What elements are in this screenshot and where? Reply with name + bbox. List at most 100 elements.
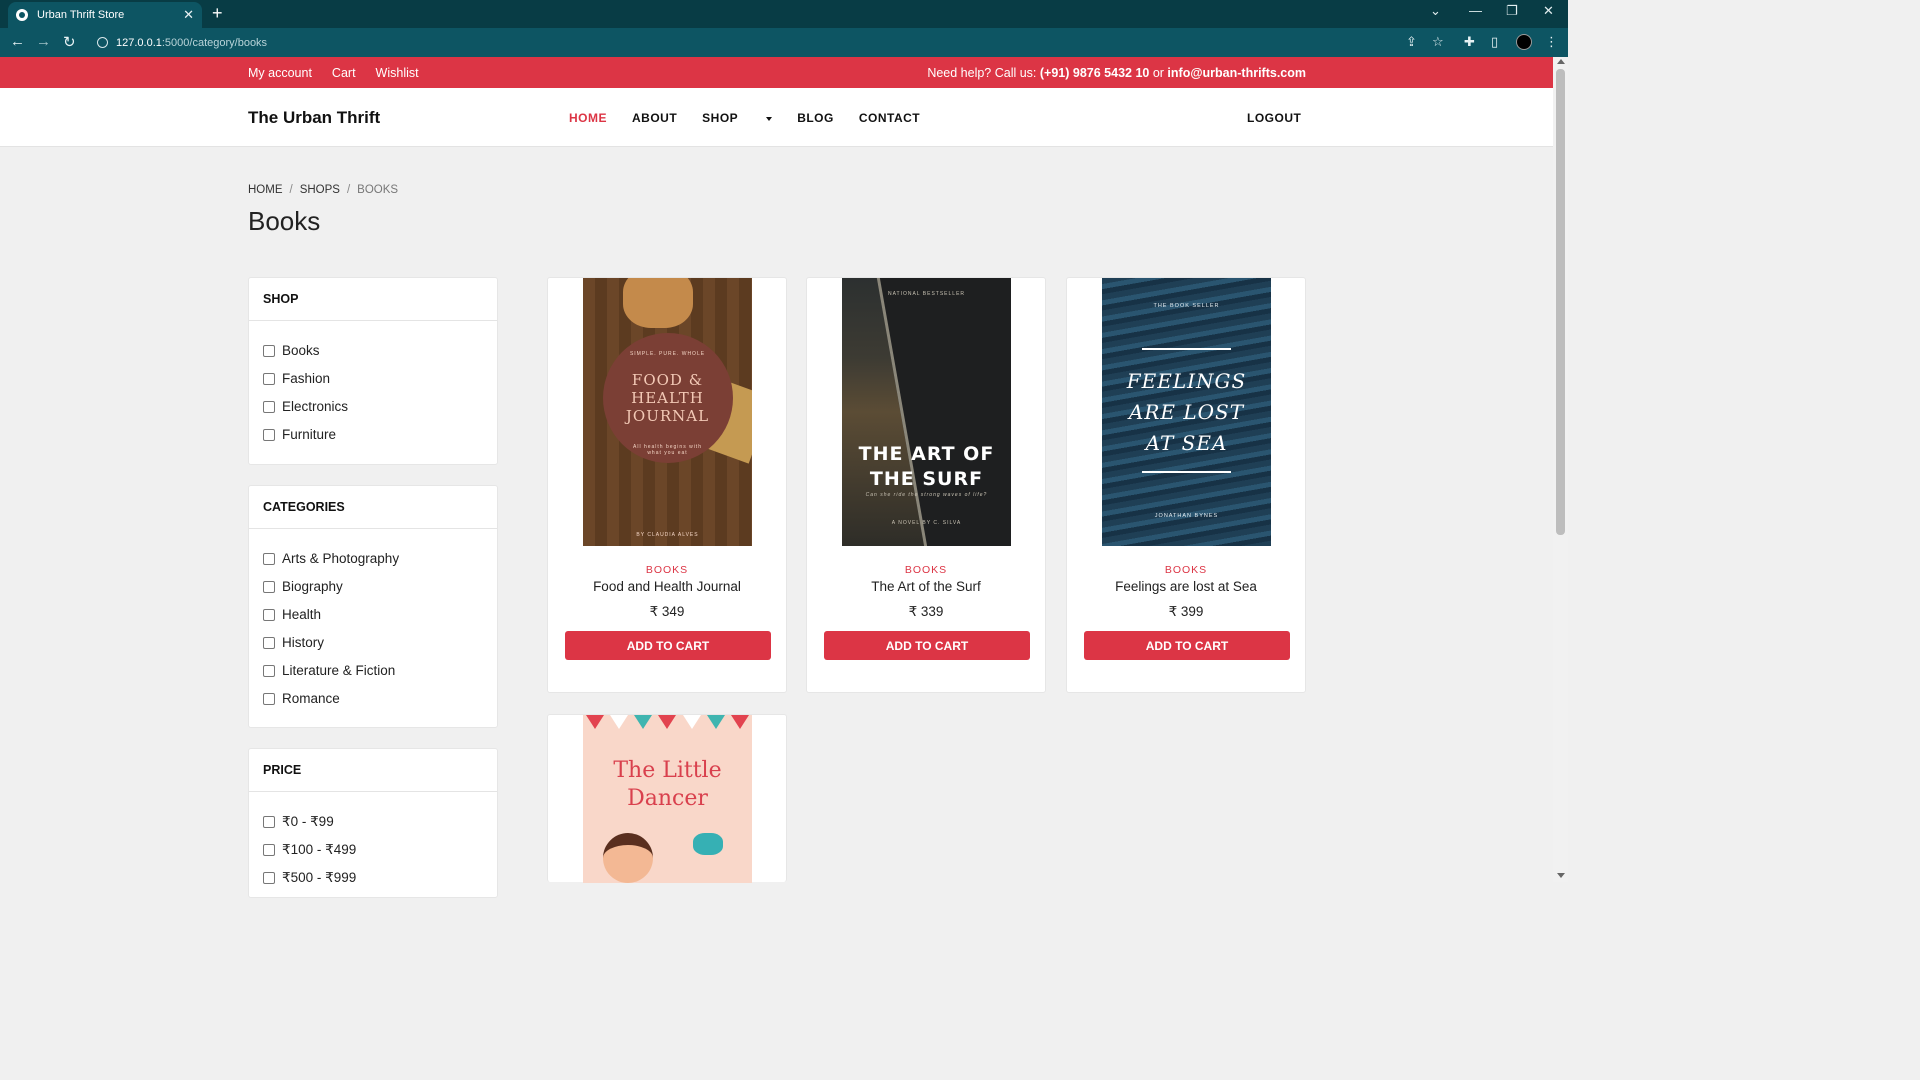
tab-title: Urban Thrift Store	[37, 9, 125, 21]
filter-panel-price: PRICE ₹0 - ₹99 ₹100 - ₹499 ₹500 - ₹999	[248, 748, 498, 898]
panel-title: PRICE	[249, 749, 497, 792]
product-card: THE BOOK SELLER FEELINGS ARE LOST AT SEA…	[1066, 277, 1306, 693]
browser-tab[interactable]: Urban Thrift Store ✕	[8, 2, 202, 28]
checkbox[interactable]	[263, 400, 275, 413]
help-phone[interactable]: (+91) 9876 5432 10	[1040, 66, 1149, 80]
reload-icon[interactable]: ↻	[63, 33, 76, 51]
panel-title: SHOP	[249, 278, 497, 321]
product-category[interactable]: BOOKS	[1067, 564, 1305, 576]
close-window-icon[interactable]: ✕	[1543, 3, 1554, 19]
checkbox[interactable]	[263, 872, 275, 884]
share-icon[interactable]: ⇪	[1406, 34, 1417, 50]
checkbox[interactable]	[263, 636, 275, 649]
page-title: Books	[248, 206, 321, 236]
filter-option[interactable]: Arts & Photography	[263, 551, 399, 566]
product-card: NATIONAL BESTSELLER THE ART OF THE SURF …	[806, 277, 1046, 693]
nav-shop[interactable]: SHOP	[702, 111, 773, 125]
brand-logo[interactable]: The Urban Thrift	[248, 108, 380, 128]
filter-option[interactable]: Furniture	[263, 427, 336, 442]
filter-option[interactable]: Literature & Fiction	[263, 663, 395, 678]
filter-option[interactable]: ₹100 - ₹499	[263, 842, 356, 858]
filter-panel-categories: CATEGORIES Arts & Photography Biography …	[248, 485, 498, 728]
book-cover-image[interactable]: The Little Dancer	[583, 715, 752, 883]
checkbox[interactable]	[263, 552, 275, 565]
filter-option[interactable]: Biography	[263, 579, 343, 594]
filter-option[interactable]: Books	[263, 343, 320, 358]
add-to-cart-button[interactable]: ADD TO CART	[824, 631, 1030, 660]
product-category[interactable]: BOOKS	[548, 564, 786, 576]
wishlist-link[interactable]: Wishlist	[376, 66, 419, 80]
main-nav: HOME ABOUT SHOP BLOG CONTACT	[569, 111, 945, 125]
breadcrumb: HOME / SHOPS / BOOKS	[248, 184, 399, 196]
tab-close-icon[interactable]: ✕	[183, 7, 194, 23]
checkbox[interactable]	[263, 664, 275, 677]
nav-home[interactable]: HOME	[569, 111, 607, 125]
product-card: The Little Dancer	[547, 714, 787, 883]
minimize-icon[interactable]: —	[1469, 3, 1482, 18]
info-icon[interactable]	[97, 37, 108, 48]
star-icon[interactable]: ☆	[1432, 34, 1444, 50]
scroll-down-icon[interactable]	[1557, 873, 1565, 878]
filter-option[interactable]: History	[263, 635, 324, 650]
checkbox[interactable]	[263, 372, 275, 385]
new-tab-button[interactable]: +	[212, 3, 223, 24]
back-icon[interactable]: ←	[10, 33, 25, 50]
product-name[interactable]: The Art of the Surf	[807, 579, 1045, 594]
filter-option[interactable]: ₹0 - ₹99	[263, 814, 334, 830]
product-price: ₹ 349	[649, 604, 685, 619]
checkbox[interactable]	[263, 816, 275, 828]
browser-tab-strip: Urban Thrift Store ✕ + ⌄ — ❐ ✕	[0, 0, 1568, 28]
url-path: :5000/category/books	[161, 36, 268, 49]
menu-icon[interactable]: ⋮	[1545, 34, 1558, 50]
restore-icon[interactable]: ❐	[1506, 3, 1518, 19]
forward-icon[interactable]: →	[36, 33, 51, 50]
checkbox[interactable]	[263, 344, 275, 357]
browser-toolbar: ← → ↻ 127.0.0.1:5000/category/books ⇪ ☆ …	[0, 28, 1568, 57]
product-name[interactable]: Food and Health Journal	[548, 579, 786, 594]
breadcrumb-home[interactable]: HOME	[248, 184, 283, 196]
nav-blog[interactable]: BLOG	[797, 111, 834, 125]
url-host: 127.0.0.1	[116, 36, 162, 49]
checkbox[interactable]	[263, 580, 275, 593]
book-cover-image[interactable]: THE BOOK SELLER FEELINGS ARE LOST AT SEA…	[1102, 278, 1271, 546]
profile-avatar[interactable]	[1516, 34, 1532, 50]
filter-option[interactable]: Romance	[263, 691, 340, 706]
help-email[interactable]: info@urban-thrifts.com	[1167, 66, 1306, 80]
product-price: ₹ 339	[908, 604, 944, 619]
product-category[interactable]: BOOKS	[807, 564, 1045, 576]
nav-about[interactable]: ABOUT	[632, 111, 677, 125]
product-price: ₹ 399	[1168, 604, 1204, 619]
sidepanel-icon[interactable]: ▯	[1491, 34, 1498, 50]
filter-option[interactable]: Health	[263, 607, 321, 622]
nav-contact[interactable]: CONTACT	[859, 111, 920, 125]
logout-link[interactable]: LOGOUT	[1247, 111, 1301, 125]
tab-search-icon[interactable]: ⌄	[1430, 3, 1441, 19]
cart-link[interactable]: Cart	[332, 66, 356, 80]
filter-option[interactable]: Fashion	[263, 371, 330, 386]
scrollbar-thumb[interactable]	[1556, 69, 1565, 535]
help-text: Need help? Call us: (+91) 9876 5432 10 o…	[927, 66, 1306, 80]
extensions-icon[interactable]: ✚	[1464, 34, 1475, 50]
chevron-down-icon	[766, 116, 773, 121]
add-to-cart-button[interactable]: ADD TO CART	[1084, 631, 1290, 660]
product-card: SIMPLE. PURE. WHOLE FOOD & HEALTH JOURNA…	[547, 277, 787, 693]
my-account-link[interactable]: My account	[248, 66, 312, 80]
checkbox[interactable]	[263, 844, 275, 856]
add-to-cart-button[interactable]: ADD TO CART	[565, 631, 771, 660]
scroll-up-icon[interactable]	[1557, 59, 1565, 64]
address-bar[interactable]: 127.0.0.1:5000/category/books	[90, 32, 1450, 53]
breadcrumb-current: BOOKS	[357, 184, 399, 196]
filter-option[interactable]: Electronics	[263, 399, 348, 414]
book-cover-image[interactable]: NATIONAL BESTSELLER THE ART OF THE SURF …	[842, 278, 1011, 546]
top-strip: My account Cart Wishlist Need help? Call…	[0, 57, 1553, 88]
filter-option[interactable]: ₹500 - ₹999	[263, 870, 356, 886]
checkbox[interactable]	[263, 692, 275, 705]
book-cover-image[interactable]: SIMPLE. PURE. WHOLE FOOD & HEALTH JOURNA…	[583, 278, 752, 546]
page-scrollbar[interactable]	[1553, 57, 1568, 882]
checkbox[interactable]	[263, 608, 275, 621]
product-name[interactable]: Feelings are lost at Sea	[1067, 579, 1305, 594]
filter-panel-shop: SHOP Books Fashion Electronics Furniture	[248, 277, 498, 465]
site-favicon-icon	[16, 9, 28, 21]
breadcrumb-shops[interactable]: SHOPS	[300, 184, 340, 196]
checkbox[interactable]	[263, 428, 275, 441]
